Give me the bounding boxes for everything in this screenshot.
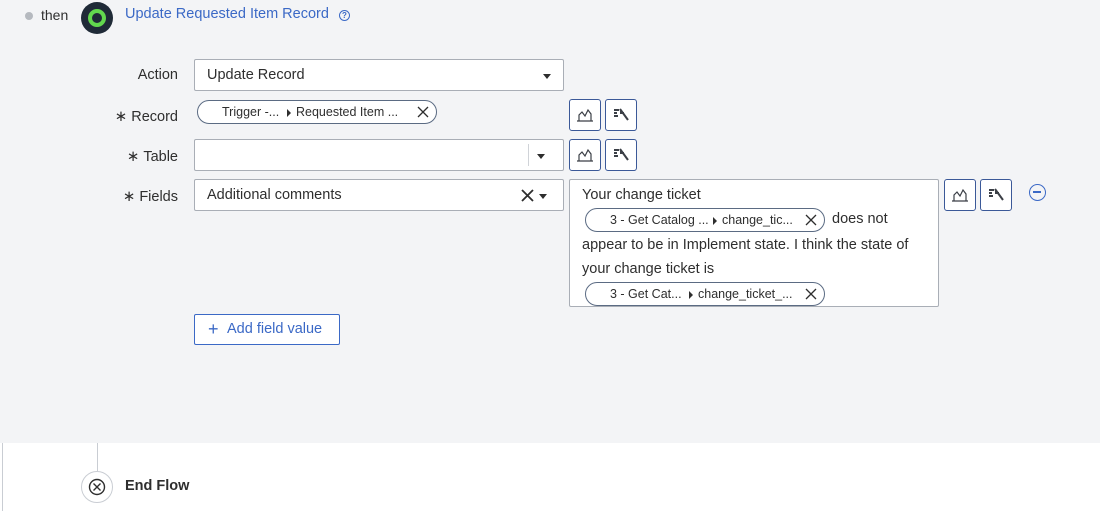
step-title[interactable]: Update Requested Item Record	[125, 6, 329, 22]
end-circle-x-icon	[88, 478, 106, 496]
required-marker: ∗	[114, 108, 128, 125]
value-text-line: Your change ticket	[582, 187, 701, 203]
field-name-select[interactable]: Additional comments	[194, 179, 564, 211]
pill-field: change_ticket_...	[698, 287, 793, 301]
pill-field: Requested Item ...	[296, 105, 399, 119]
record-label: ∗ Record	[0, 107, 178, 125]
close-icon[interactable]	[804, 287, 818, 301]
value-data-pill[interactable]: 3 - Get Catalog ... change_tic...	[585, 208, 825, 232]
action-step-panel: then Update Requested Item Record ? Acti…	[0, 0, 1100, 443]
data-pill-picker-button[interactable]	[569, 139, 601, 171]
field-value-editor[interactable]: Your change ticket 3 - Get Catalog ... c…	[569, 179, 939, 307]
question-circle-icon[interactable]: ?	[339, 10, 350, 21]
action-select-value: Update Record	[207, 67, 305, 83]
script-icon	[614, 148, 629, 161]
data-pill-picker-button[interactable]	[569, 99, 601, 131]
update-record-action-icon	[81, 2, 113, 34]
pill-source: 3 - Get Cat...	[610, 287, 682, 301]
caret-right-icon	[287, 109, 291, 117]
add-field-value-button[interactable]: + Add field value	[194, 314, 340, 345]
flow-connector-line	[97, 443, 98, 471]
table-label: ∗ Table	[0, 147, 178, 165]
flow-left-line	[2, 443, 3, 511]
action-select[interactable]: Update Record	[194, 59, 564, 91]
table-select[interactable]	[194, 139, 564, 171]
step-connector-word: then	[41, 7, 69, 23]
add-field-value-label: Add field value	[227, 321, 323, 337]
chevron-down-icon	[537, 154, 545, 159]
value-text-line: your change ticket is	[582, 261, 715, 277]
action-label: Action	[137, 67, 178, 83]
end-flow-icon	[81, 471, 113, 503]
close-icon[interactable]	[804, 213, 818, 227]
clear-icon[interactable]	[521, 189, 534, 202]
table-label-text: Table	[143, 149, 178, 165]
remove-field-icon[interactable]	[1029, 184, 1046, 201]
required-marker: ∗	[126, 148, 140, 165]
required-marker: ∗	[122, 188, 136, 205]
chevron-down-icon	[543, 74, 551, 79]
value-text-line: does not	[832, 211, 888, 227]
chevron-down-icon	[539, 194, 547, 199]
script-icon	[614, 108, 629, 121]
record-label-text: Record	[131, 109, 178, 125]
fields-label: ∗ Fields	[0, 187, 178, 205]
step-bullet	[25, 12, 33, 20]
script-icon	[989, 188, 1004, 201]
step-header: then Update Requested Item Record ?	[0, 0, 600, 34]
field-name-value: Additional comments	[207, 187, 342, 203]
end-flow-title: End Flow	[125, 478, 190, 494]
fields-label-text: Fields	[139, 189, 178, 205]
select-divider	[528, 144, 529, 166]
script-toggle-button[interactable]	[980, 179, 1012, 211]
data-picker-icon	[952, 188, 968, 202]
pill-source: 3 - Get Catalog ...	[610, 213, 709, 227]
record-data-pill[interactable]: Trigger -... Requested Item ...	[197, 100, 437, 124]
close-icon[interactable]	[416, 105, 430, 119]
caret-right-icon	[689, 291, 693, 299]
data-picker-icon	[577, 148, 593, 162]
pill-field: change_tic...	[722, 213, 793, 227]
plus-icon: +	[208, 319, 219, 339]
data-picker-icon	[577, 108, 593, 122]
pill-source: Trigger -...	[222, 105, 280, 119]
value-text-line: appear to be in Implement state. I think…	[582, 237, 909, 253]
caret-right-icon	[713, 217, 717, 225]
script-toggle-button[interactable]	[605, 139, 637, 171]
script-toggle-button[interactable]	[605, 99, 637, 131]
data-pill-picker-button[interactable]	[944, 179, 976, 211]
value-data-pill[interactable]: 3 - Get Cat... change_ticket_...	[585, 282, 825, 306]
